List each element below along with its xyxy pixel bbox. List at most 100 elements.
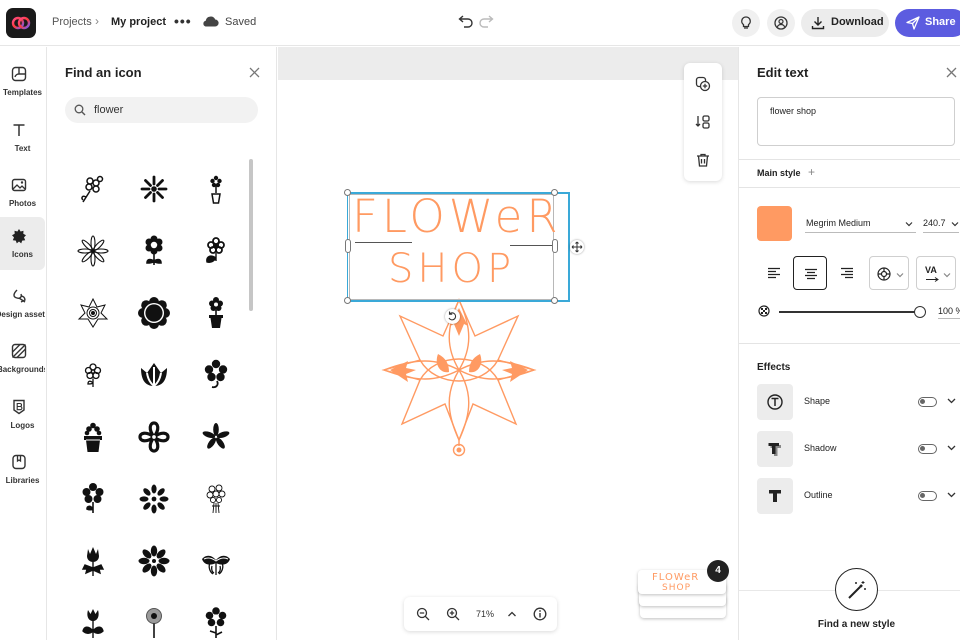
flower-leaf-icon[interactable] [200, 235, 232, 267]
text-content-input[interactable]: flower shop [757, 97, 955, 146]
arrange-icon[interactable] [695, 114, 711, 130]
panel-title: Find an icon [65, 65, 142, 80]
effect-icon-box [757, 478, 793, 514]
rail-item-libraries[interactable]: Libraries [0, 443, 45, 496]
asterisk-flower-icon[interactable] [200, 421, 232, 453]
tulip-stem-icon[interactable] [77, 607, 109, 639]
page-count-badge: 4 [707, 560, 729, 582]
download-button[interactable]: Download [801, 9, 889, 37]
opacity-slider-handle[interactable] [914, 306, 926, 318]
resize-handle-bottom-right[interactable] [551, 297, 558, 304]
info-icon[interactable] [533, 607, 547, 621]
effect-toggle-shape[interactable] [918, 397, 937, 407]
zoom-out-icon[interactable] [416, 607, 430, 621]
font-size-select[interactable]: 240.7 [923, 215, 959, 233]
poppy-icon[interactable] [138, 607, 170, 639]
align-right-button[interactable] [830, 256, 864, 290]
effect-row-outline[interactable]: Outline [757, 478, 960, 514]
bouquet-icon[interactable] [200, 483, 232, 515]
dahlia-icon[interactable] [138, 545, 170, 577]
font-family-select[interactable]: Megrim Medium [805, 215, 916, 233]
find-new-style-label[interactable]: Find a new style [779, 619, 934, 630]
redo-icon[interactable] [478, 14, 494, 28]
flower-stem-solid-icon[interactable] [77, 483, 109, 515]
chevron-down-icon[interactable] [947, 445, 956, 451]
effect-row-shape[interactable]: Shape [757, 384, 960, 420]
flower-bouquet-icon[interactable] [77, 173, 109, 205]
chevron-down-icon [896, 273, 904, 278]
icons-icon [12, 229, 26, 244]
chevron-up-icon[interactable] [507, 610, 517, 618]
rail-item-templates[interactable]: Templates [0, 55, 45, 108]
opacity-value[interactable]: 100 % [938, 303, 960, 319]
text-color-swatch[interactable] [757, 206, 792, 241]
resize-handle-top-left[interactable] [344, 189, 351, 196]
rotate-handle[interactable] [445, 309, 460, 324]
thumbnail-text-line-2: SHOP [662, 583, 691, 593]
sunflower-outline-icon[interactable] [77, 235, 109, 267]
flower-curl-icon[interactable] [200, 359, 232, 391]
undo-icon[interactable] [458, 14, 474, 28]
align-left-button[interactable] [757, 256, 791, 290]
effect-toggle-shadow[interactable] [918, 444, 937, 454]
potted-flower-icon[interactable] [200, 297, 232, 329]
flower-circle-icon[interactable] [138, 297, 170, 329]
flower-stem-icon[interactable] [138, 235, 170, 267]
move-handle[interactable] [570, 240, 584, 254]
send-icon [906, 16, 920, 30]
rail-item-backgrounds[interactable]: Backgrounds [0, 332, 45, 385]
logo-text-line-2[interactable]: SHOP [388, 246, 515, 292]
resize-handle-bottom-left[interactable] [344, 297, 351, 304]
text-spacing-dropdown[interactable] [869, 256, 909, 290]
rail-item-logos[interactable]: Logos [0, 388, 45, 441]
breadcrumb-current-project[interactable]: My project [111, 16, 166, 28]
spoke-flower-icon[interactable] [138, 483, 170, 515]
thistle-icon[interactable] [77, 545, 109, 577]
panel-scrollbar[interactable] [249, 159, 253, 311]
rail-item-photos[interactable]: Photos [0, 166, 45, 219]
find-new-style-button[interactable] [835, 568, 878, 611]
align-center-button[interactable] [793, 256, 827, 290]
trash-icon[interactable] [695, 152, 711, 168]
collaborate-button[interactable] [767, 9, 795, 37]
ideas-button[interactable] [732, 9, 760, 37]
resize-handle-right[interactable] [552, 239, 558, 253]
add-style-button[interactable]: + [808, 165, 815, 179]
lotus-icon[interactable] [200, 545, 232, 577]
chevron-down-icon [943, 273, 951, 278]
logo-text-line-1[interactable]: FLOWeR [352, 190, 562, 243]
user-circle-icon [774, 16, 788, 30]
effect-toggle-outline[interactable] [918, 491, 937, 501]
chevron-down-icon[interactable] [947, 398, 956, 404]
rail-item-text[interactable]: Text [0, 111, 45, 164]
zoom-level[interactable]: 71% [476, 609, 494, 619]
resize-handle-top-right[interactable] [551, 189, 558, 196]
flower-pot-icon[interactable] [77, 421, 109, 453]
share-label: Share [925, 16, 956, 28]
mandala-flower-icon[interactable] [77, 297, 109, 329]
flower-cluster-icon[interactable] [200, 607, 232, 639]
close-icon[interactable] [249, 67, 260, 78]
daisy-icon[interactable] [138, 173, 170, 205]
icon-search-input[interactable] [94, 102, 244, 118]
app-logo[interactable] [6, 8, 36, 38]
rail-item-design-assets[interactable]: Design assets [0, 277, 45, 330]
tulip-icon[interactable] [138, 359, 170, 391]
resize-handle-left[interactable] [345, 239, 351, 253]
duplicate-icon[interactable] [695, 76, 711, 92]
effect-row-shadow[interactable]: Shadow [757, 431, 960, 467]
rail-item-icons[interactable]: Icons [0, 217, 45, 270]
share-button[interactable]: Share [895, 9, 960, 37]
close-icon[interactable] [946, 67, 957, 78]
flower-outline-icon[interactable] [138, 421, 170, 453]
zoom-in-icon[interactable] [446, 607, 460, 621]
small-flower-icon[interactable] [77, 359, 109, 391]
breadcrumb-projects[interactable]: Projects [52, 16, 92, 28]
chevron-down-icon[interactable] [947, 492, 956, 498]
opacity-slider-track[interactable] [779, 311, 920, 313]
flower-vase-icon[interactable] [200, 173, 232, 205]
photos-icon [11, 178, 27, 192]
letter-spacing-dropdown[interactable]: VA [916, 256, 956, 290]
more-options-button[interactable]: ••• [174, 13, 192, 29]
search-icon [74, 104, 86, 116]
